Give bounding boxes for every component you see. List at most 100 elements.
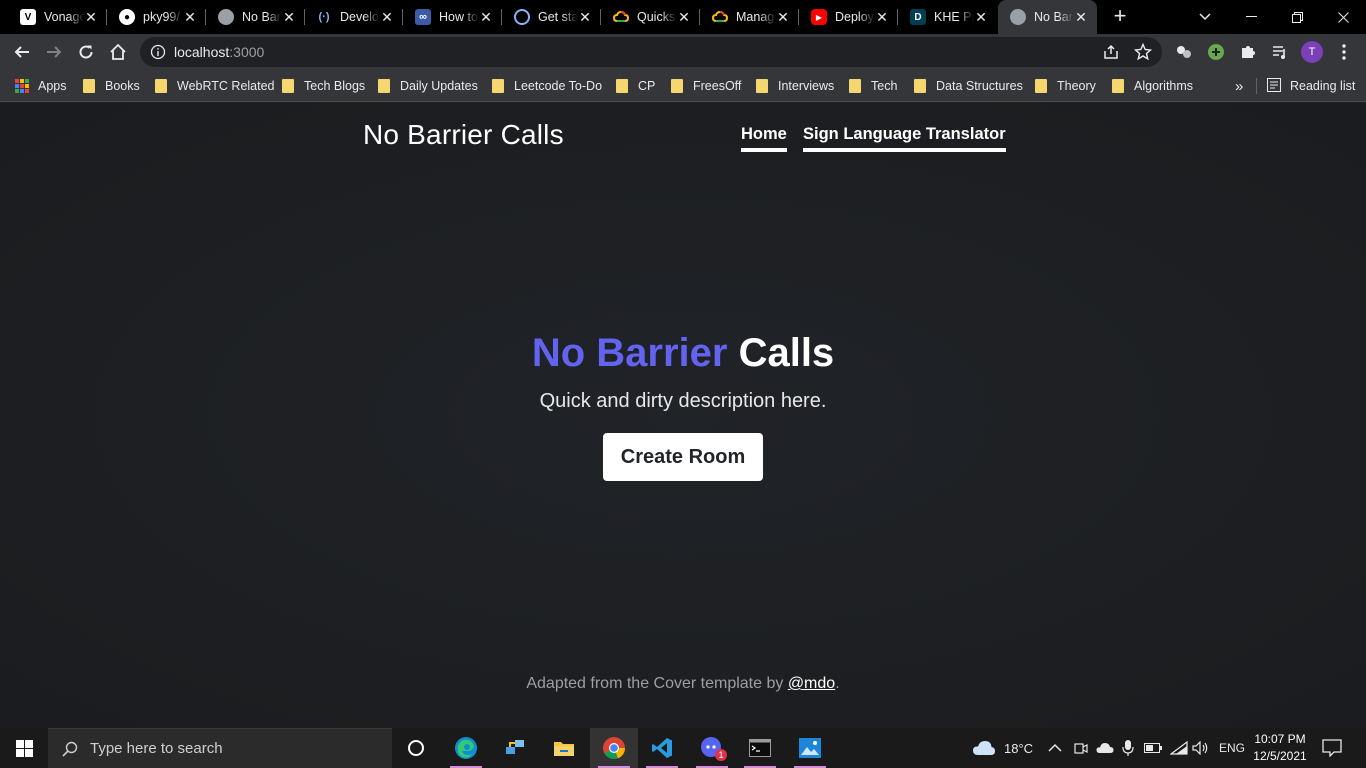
bookmark-label: WebRTC Related [177,79,275,93]
bookmark-folder[interactable]: Tech [849,76,897,96]
share-icon[interactable] [1102,43,1120,61]
nav-link-sign-language-translator[interactable]: Sign Language Translator [803,125,1006,152]
windows-start-button[interactable] [0,728,48,768]
close-tab-icon[interactable]: ✕ [775,9,791,25]
close-tab-icon[interactable]: ✕ [874,9,890,25]
back-arrow-icon[interactable] [10,40,34,64]
close-tab-icon[interactable]: ✕ [676,9,692,25]
extension-plus-icon[interactable] [1204,40,1228,64]
tab-title: KHE Pr [934,10,974,24]
browser-tab[interactable]: V Vonage ✕ [0,0,107,34]
microphone-icon[interactable] [1122,728,1134,768]
reading-list-label: Reading list [1290,79,1356,93]
browser-tab[interactable]: ● pky99/ ✕ [99,0,206,34]
browser-tab[interactable]: Manage ✕ [692,0,799,34]
notification-center-icon[interactable] [1322,728,1342,768]
close-tab-icon[interactable]: ✕ [182,9,198,25]
volume-icon[interactable] [1192,728,1210,768]
cortana-icon[interactable] [392,728,440,768]
page-viewport: No Barrier Calls Home Sign Language Tran… [0,103,1366,728]
taskbar-search-box[interactable]: Type here to search [48,728,392,768]
overflow-chevron-icon: » [1235,77,1244,95]
close-tab-icon[interactable]: ✕ [83,9,99,25]
language-indicator[interactable]: ENG [1219,728,1245,768]
bookmark-star-icon[interactable] [1133,42,1153,61]
nav-link-home[interactable]: Home [741,125,787,152]
browser-tab[interactable]: No Barrier ✕ [198,0,305,34]
close-tab-icon[interactable]: ✕ [1073,9,1089,25]
tab-title: Get started [538,10,578,24]
bookmarks-overflow-button[interactable]: » [1235,76,1243,96]
reading-list-button[interactable]: Reading list [1267,76,1355,96]
bookmark-label: CP [638,79,656,93]
browser-tab[interactable]: Quickstart ✕ [593,0,700,34]
close-tab-icon[interactable]: ✕ [379,9,395,25]
battery-icon[interactable] [1144,728,1162,768]
bookmark-folder[interactable]: Interviews [756,76,834,96]
network-icon[interactable] [491,728,539,768]
tab-search-chevron-icon[interactable] [1182,0,1228,34]
browser-tab[interactable]: Get started ✕ [494,0,601,34]
system-clock[interactable]: 10:07 PM 12/5/2021 [1252,731,1308,765]
terminal-icon[interactable] [736,728,784,768]
wifi-icon[interactable] [1170,728,1188,768]
close-tab-icon[interactable]: ✕ [478,9,494,25]
extension-icon[interactable] [1172,40,1196,64]
bookmark-folder[interactable]: Data Structures [914,76,1023,96]
photos-icon[interactable] [786,728,834,768]
bookmark-folder[interactable]: Leetcode To-Do [492,76,602,96]
tab-strip: V Vonage ✕ ● pky99/ ✕ No Barrier ✕ (·) D… [0,0,1366,34]
home-icon[interactable] [106,40,130,64]
address-bar[interactable]: localhost:3000 [140,37,1162,67]
kebab-menu-icon[interactable] [1332,40,1356,64]
hero-title-rest: Calls [727,331,835,375]
edge-icon[interactable] [442,728,490,768]
meet-now-icon[interactable] [1074,728,1088,768]
browser-tab-active[interactable]: No Barrier ✕ [998,0,1097,34]
browser-tab[interactable]: ▶ Deploy ✕ [791,0,898,34]
weather-widget[interactable]: 18°C [972,728,1033,768]
restore-button[interactable] [1274,0,1320,34]
discord-icon[interactable]: 1 [688,728,736,768]
browser-tab[interactable]: (·) Develop ✕ [296,0,403,34]
url-port: :3000 [229,44,265,60]
target-icon [514,9,530,25]
create-room-button[interactable]: Create Room [603,433,763,481]
close-tab-icon[interactable]: ✕ [577,9,593,25]
bookmark-label: Apps [38,79,67,93]
bookmark-apps[interactable]: Apps [15,76,67,96]
close-tab-icon[interactable]: ✕ [281,9,297,25]
chrome-icon[interactable] [590,728,638,768]
file-explorer-icon[interactable] [540,728,588,768]
onedrive-icon[interactable] [1096,728,1114,768]
bookmark-folder[interactable]: FreesOff [671,76,741,96]
folder-icon [914,79,926,93]
bookmarks-bar: Apps Books WebRTC Related Tech Blogs Dai… [0,70,1366,102]
show-hidden-icons-chevron-icon[interactable] [1048,728,1062,768]
close-window-button[interactable] [1320,0,1366,34]
profile-avatar[interactable]: T [1300,40,1324,64]
site-info-icon[interactable] [150,44,166,60]
reload-icon[interactable] [74,40,98,64]
bookmark-folder[interactable]: Tech Blogs [282,76,365,96]
media-queue-icon[interactable] [1268,40,1292,64]
bookmark-folder[interactable]: Algorithms [1112,76,1193,96]
bookmark-folder[interactable]: WebRTC Related [155,76,275,96]
bookmark-folder[interactable]: Books [83,76,140,96]
browser-tab[interactable]: D KHE Pr ✕ [890,0,997,34]
forward-arrow-icon[interactable] [42,40,66,64]
new-tab-button[interactable]: + [1108,5,1132,29]
bookmark-label: Algorithms [1134,79,1194,93]
folder-icon [756,79,768,93]
bookmark-folder[interactable]: CP [616,76,655,96]
close-tab-icon[interactable]: ✕ [973,9,989,25]
bookmark-folder[interactable]: Theory [1035,76,1096,96]
devpost-icon: D [910,9,926,25]
bookmark-folder[interactable]: Daily Updates [378,76,478,96]
extensions-puzzle-icon[interactable] [1236,40,1260,64]
gcloud-icon [613,9,629,25]
minimize-button[interactable] [1228,0,1274,34]
footer-author-link[interactable]: @mdo [788,675,835,692]
vscode-icon[interactable] [638,728,686,768]
browser-tab[interactable]: ∞ How to ✕ [395,0,502,34]
